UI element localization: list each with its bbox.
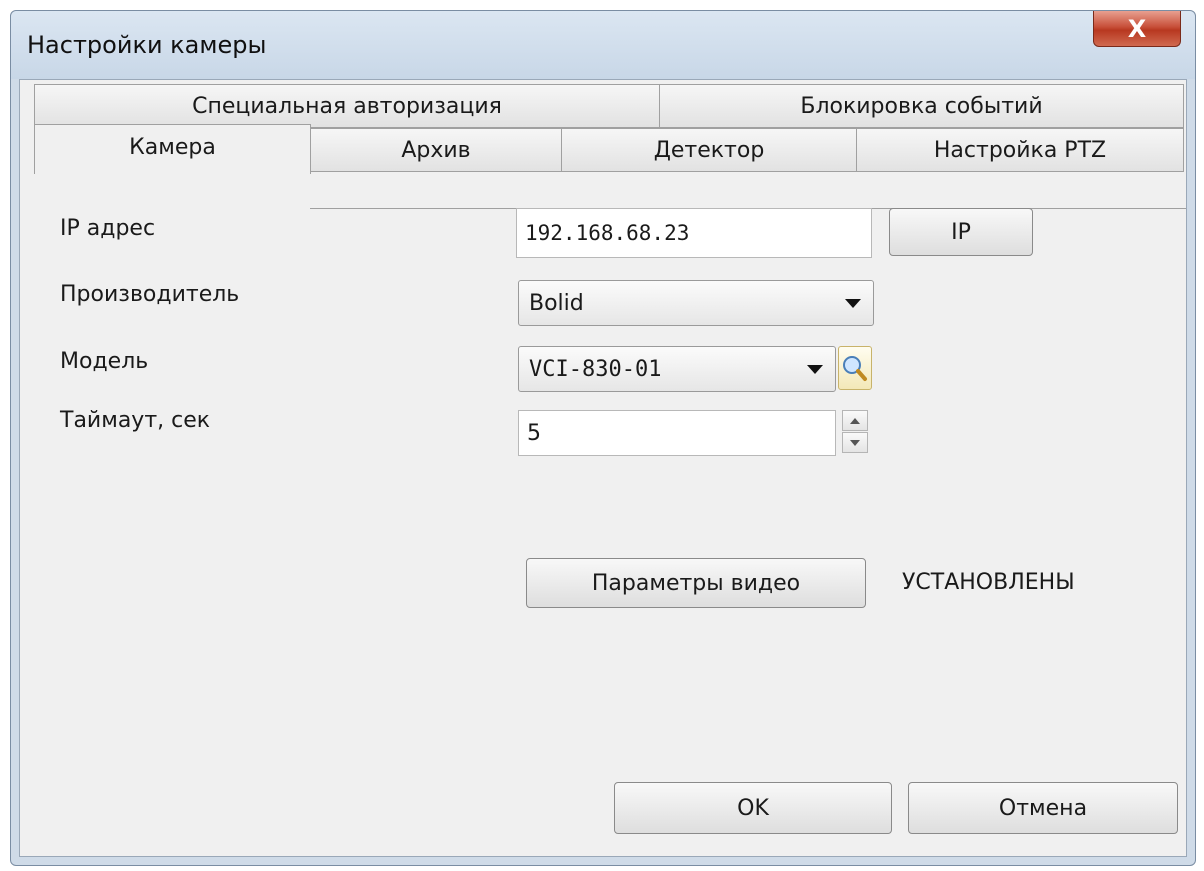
ip-button[interactable]: IP [889, 208, 1033, 256]
model-value: VCI-830-01 [529, 356, 662, 382]
cancel-button[interactable]: Отмена [908, 782, 1178, 834]
ip-address-label: IP адрес [60, 216, 156, 241]
tab-label: Блокировка событий [800, 93, 1043, 119]
tab-label: Детектор [653, 137, 765, 163]
close-button[interactable]: X [1093, 11, 1181, 47]
ok-button[interactable]: OK [614, 782, 892, 834]
tab-ptz-settings[interactable]: Настройка PTZ [856, 128, 1184, 172]
ip-address-input[interactable]: 192.168.68.23 [516, 208, 872, 258]
dialog-client-area: Специальная авторизация Блокировка событ… [19, 79, 1187, 857]
timeout-input[interactable]: 5 [518, 410, 836, 456]
magnifier-glyph [843, 356, 867, 381]
tab-label: Камера [129, 135, 216, 160]
tab-label: Настройка PTZ [933, 137, 1107, 163]
dialog-window: Настройки камеры X Специальная авторизац… [10, 10, 1196, 866]
timeout-spinner[interactable] [842, 410, 868, 454]
video-params-button[interactable]: Параметры видео [526, 558, 866, 608]
timeout-label: Таймаут, сек [60, 408, 211, 433]
tab-row-top: Специальная авторизация Блокировка событ… [34, 84, 1184, 128]
window-title: Настройки камеры [27, 31, 267, 59]
spin-down-icon[interactable] [842, 432, 868, 453]
video-status-text: УСТАНОВЛЕНЫ [902, 570, 1075, 595]
chevron-down-icon [845, 299, 861, 308]
search-icon[interactable] [838, 346, 872, 390]
vendor-label: Производитель [60, 282, 240, 307]
chevron-down-icon [807, 365, 823, 374]
tab-event-blocking[interactable]: Блокировка событий [659, 84, 1184, 128]
tab-label: Специальная авторизация [192, 93, 502, 119]
vendor-value: Bolid [529, 290, 584, 316]
tab-camera[interactable]: Камера [34, 124, 311, 174]
model-select[interactable]: VCI-830-01 [518, 346, 836, 392]
model-label: Модель [60, 349, 149, 374]
tab-special-auth[interactable]: Специальная авторизация [34, 84, 660, 128]
tab-archive[interactable]: Архив [310, 128, 562, 172]
tab-detector[interactable]: Детектор [561, 128, 857, 172]
tab-row-bottom: Архив Детектор Настройка PTZ Камера [34, 124, 1184, 174]
title-bar: Настройки камеры X [11, 11, 1195, 79]
vendor-select[interactable]: Bolid [518, 280, 874, 326]
spin-up-icon[interactable] [842, 410, 868, 431]
close-icon: X [1127, 14, 1147, 43]
tab-label: Архив [401, 137, 471, 163]
